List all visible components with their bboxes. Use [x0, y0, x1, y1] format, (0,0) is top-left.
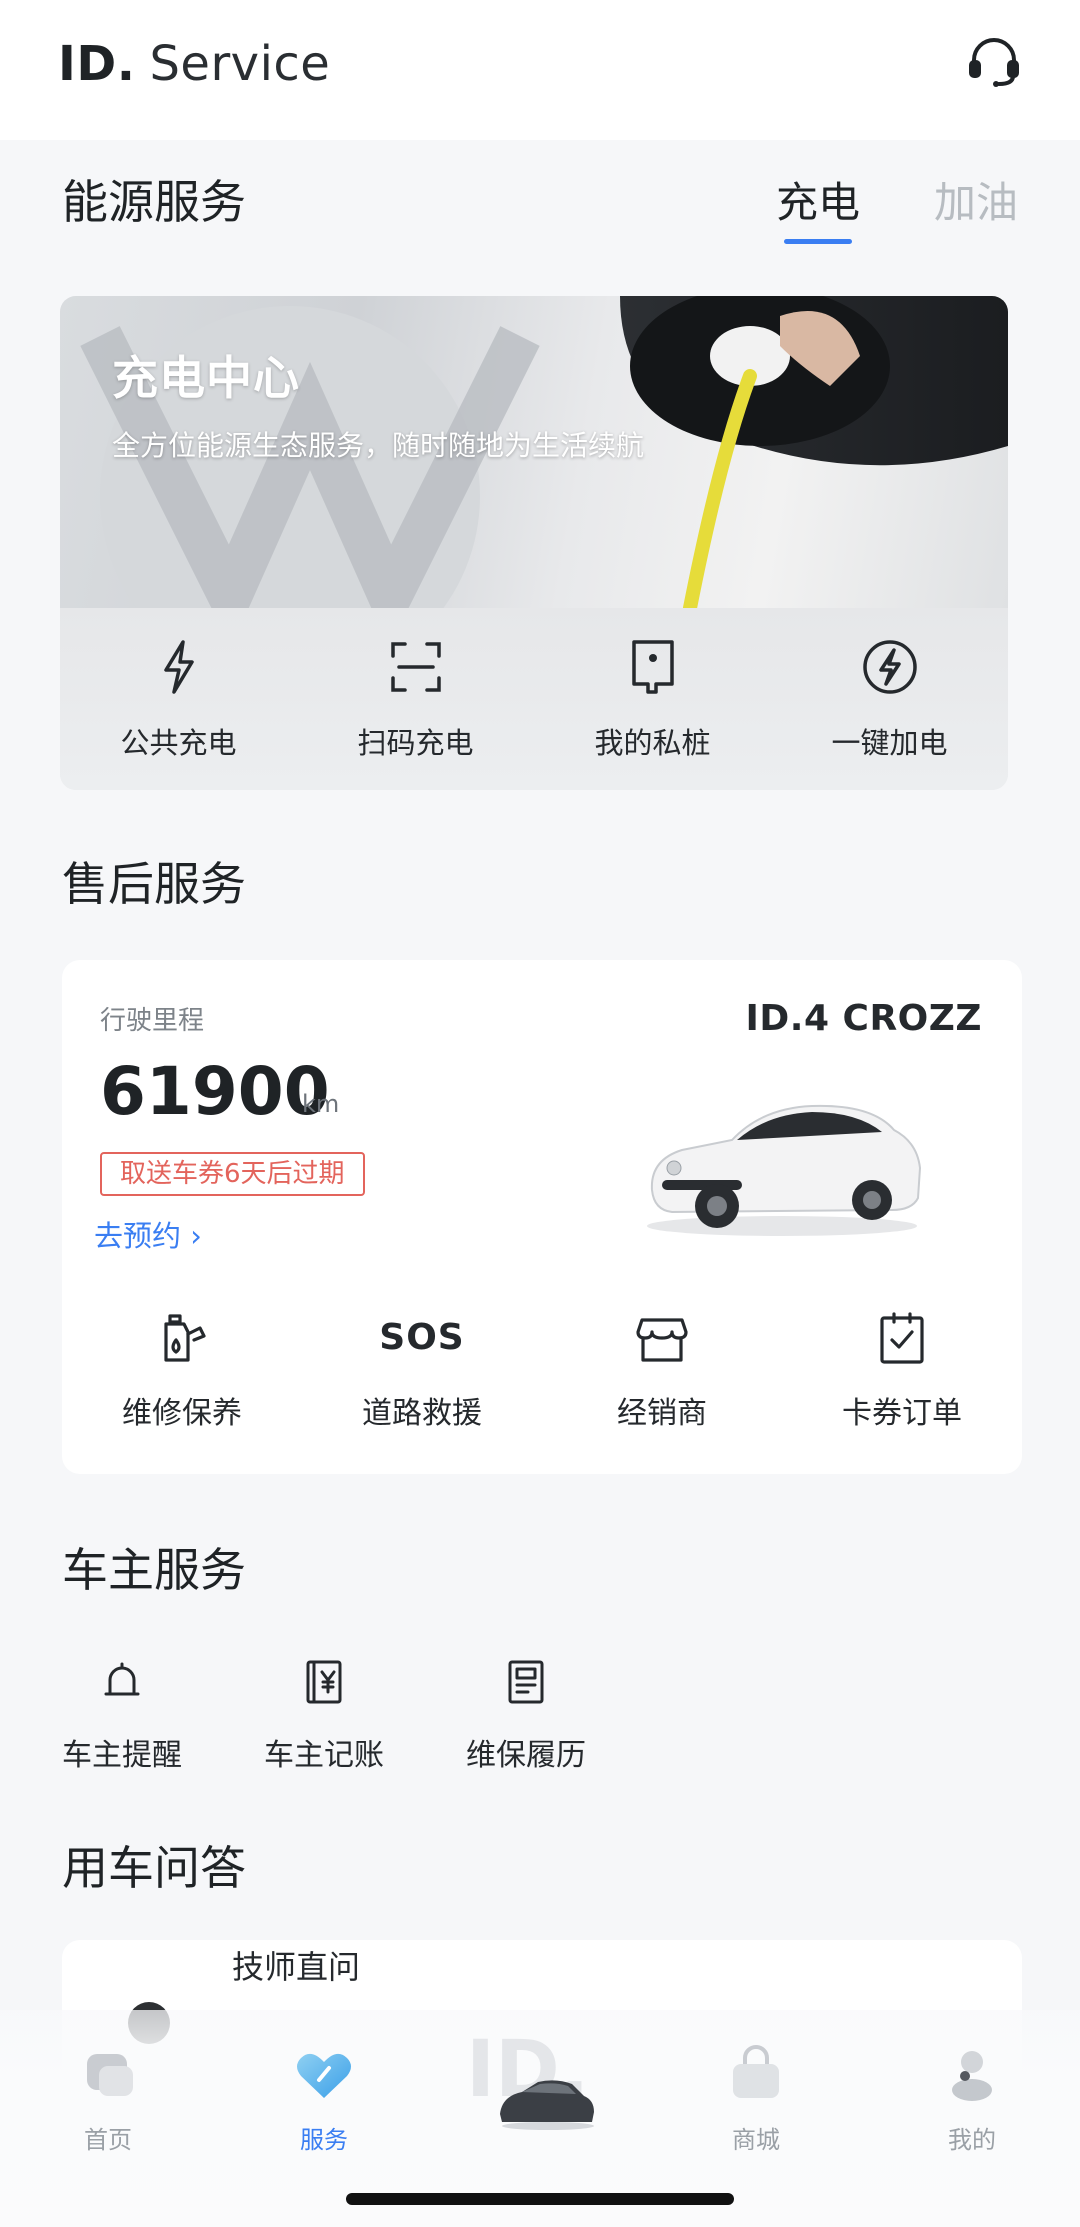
coupon-orders-label: 卡券订单 [842, 1396, 962, 1431]
energy-tabs: 充电 加油 [776, 174, 1018, 244]
owner-actions: 车主提醒 车主记账 维保履历 [62, 1658, 586, 1774]
tab-profile-label: 我的 [948, 2126, 996, 2154]
charging-actions: 公共充电 扫码充电 我的私桩 一键加电 [60, 608, 1008, 790]
private-pile-button[interactable]: 我的私桩 [534, 608, 771, 790]
owner-ledger-button[interactable]: 车主记账 [264, 1658, 384, 1774]
coupon-expiry-badge: 取送车券6天后过期 [100, 1152, 365, 1196]
tab-home[interactable]: 首页 [38, 2040, 178, 2155]
qa-item-title: 技师直问 [232, 1948, 361, 1986]
coupon-orders-button[interactable]: 卡券订单 [782, 1310, 1022, 1432]
brand-logo: ID. Service [58, 34, 330, 94]
app-header: ID. Service [0, 0, 1080, 140]
mileage-unit: km [302, 1090, 340, 1118]
oil-can-icon [164, 1314, 206, 1362]
document-icon [508, 1660, 544, 1704]
lightning-icon [163, 640, 194, 694]
bolt-circle-icon [862, 640, 917, 694]
tab-service[interactable]: 服务 [254, 2040, 394, 2155]
after-sales-section-title: 售后服务 [62, 857, 246, 911]
vehicle-image[interactable] [632, 1080, 932, 1240]
roadside-assistance-button[interactable]: SOS 道路救援 [302, 1310, 542, 1432]
owner-reminder-button[interactable]: 车主提醒 [62, 1658, 182, 1774]
brand-id: ID. [58, 36, 136, 92]
qa-section-title: 用车问答 [62, 1841, 246, 1895]
one-tap-charge-label: 一键加电 [831, 726, 948, 760]
banner-subtitle: 全方位能源生态服务，随时随地为生活续航 [112, 429, 645, 462]
maintenance-label: 维修保养 [122, 1396, 242, 1431]
vehicle-model-name: ID.4 CROZZ [745, 998, 982, 1039]
tab-service-label: 服务 [300, 2126, 348, 2154]
shopping-bag-icon [733, 2045, 779, 2098]
scan-icon [390, 642, 441, 692]
public-charging-button[interactable]: 公共充电 [60, 608, 297, 790]
banner-title: 充电中心 [112, 351, 300, 405]
charger-pile-icon [631, 640, 674, 694]
one-tap-charge-button[interactable]: 一键加电 [771, 608, 1008, 790]
book-appointment-link[interactable]: 去预约 › [94, 1214, 202, 1258]
tab-home-label: 首页 [84, 2126, 132, 2154]
profile-icon [952, 2051, 992, 2101]
tab-refueling[interactable]: 加油 [934, 174, 1018, 232]
after-sales-actions: 维修保养 SOS 道路救援 经销商 卡券订单 [62, 1310, 1022, 1432]
mileage-value: 61900 [100, 1053, 330, 1130]
tab-id-center[interactable]: ID. [460, 2026, 620, 2136]
maintenance-history-label: 维保履历 [466, 1738, 586, 1773]
owner-ledger-label: 车主记账 [264, 1738, 384, 1773]
tab-mall[interactable]: 商城 [686, 2040, 826, 2155]
customer-support-button[interactable] [964, 32, 1024, 92]
sos-icon: SOS [379, 1317, 465, 1358]
mileage-label: 行驶里程 [100, 1006, 205, 1036]
bell-icon [104, 1662, 140, 1696]
tab-profile[interactable]: 我的 [902, 2040, 1042, 2155]
home-indicator[interactable] [346, 2193, 734, 2205]
charging-center-card: 充电中心 全方位能源生态服务，随时随地为生活续航 公共充电 扫码充电 我的私桩 [60, 296, 1008, 790]
id-car-icon: ID. [466, 2026, 594, 2130]
after-sales-card: 行驶里程 61900 km 取送车券6天后过期 去预约 › ID.4 CROZZ… [62, 960, 1022, 1474]
scan-charging-button[interactable]: 扫码充电 [297, 608, 534, 790]
maintenance-button[interactable]: 维修保养 [62, 1310, 302, 1432]
yen-ledger-icon [306, 1660, 342, 1704]
maintenance-history-button[interactable]: 维保履历 [466, 1658, 586, 1774]
owner-reminder-label: 车主提醒 [62, 1738, 182, 1773]
home-icon [87, 2054, 133, 2096]
charging-banner[interactable]: 充电中心 全方位能源生态服务，随时随地为生活续航 [60, 296, 1008, 608]
tab-mall-label: 商城 [732, 2126, 780, 2154]
dealer-label: 经销商 [617, 1396, 707, 1431]
clipboard-check-icon [880, 1312, 924, 1364]
tab-charging[interactable]: 充电 [776, 174, 860, 244]
private-pile-label: 我的私桩 [594, 726, 711, 760]
energy-section-title: 能源服务 [62, 175, 246, 229]
brand-service: Service [149, 36, 331, 92]
headset-icon [969, 38, 1019, 87]
heart-icon [297, 2053, 351, 2098]
scan-charging-label: 扫码充电 [357, 726, 474, 760]
store-icon [636, 1318, 688, 1362]
public-charging-label: 公共充电 [120, 726, 237, 760]
owner-section-title: 车主服务 [62, 1543, 246, 1597]
dealer-button[interactable]: 经销商 [542, 1310, 782, 1432]
roadside-assistance-label: 道路救援 [362, 1396, 482, 1431]
